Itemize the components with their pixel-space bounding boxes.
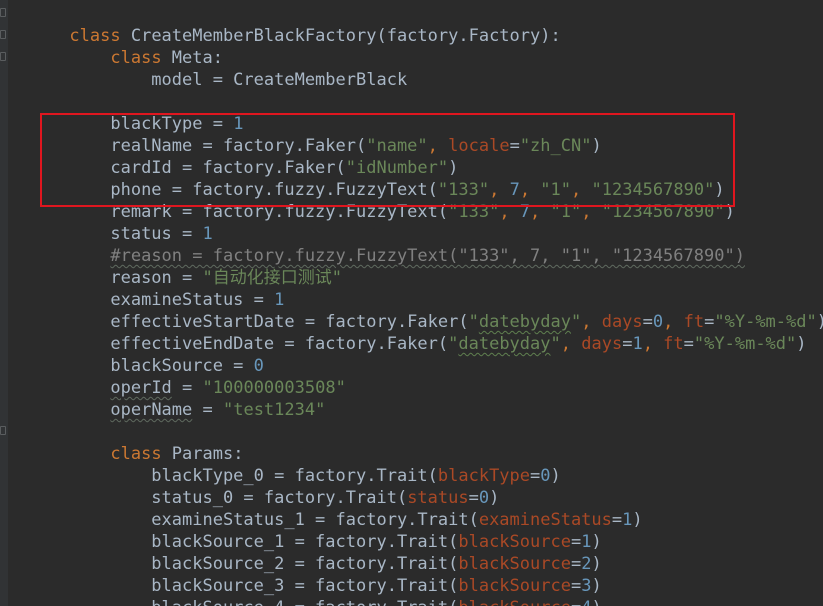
code-line-24[interactable]: blackSource_1 = factory.Trait(blackSourc… bbox=[8, 509, 823, 552]
fold-marker-icon[interactable] bbox=[0, 8, 6, 17]
code-area[interactable]: class CreateMemberBlackFactory(factory.F… bbox=[0, 3, 823, 606]
code-line-17[interactable]: operId = "100000003508" bbox=[8, 355, 823, 398]
fold-marker-icon[interactable] bbox=[0, 426, 6, 435]
code-line-25[interactable]: blackSource_2 = factory.Trait(blackSourc… bbox=[8, 531, 823, 574]
code-line-10[interactable]: status = 1 bbox=[8, 201, 823, 244]
code-line-16[interactable]: blackSource = 0 bbox=[8, 333, 823, 376]
code-line-5[interactable]: blackType = 1 bbox=[8, 91, 823, 134]
code-editor[interactable]: class CreateMemberBlackFactory(factory.F… bbox=[0, 0, 823, 606]
code-line-7[interactable]: cardId = factory.Faker("idNumber") bbox=[8, 135, 823, 178]
code-line-12[interactable]: reason = "自动化接口测试" bbox=[8, 245, 823, 288]
code-line-26[interactable]: blackSource_3 = factory.Trait(blackSourc… bbox=[8, 553, 823, 596]
code-line-13[interactable]: examineStatus = 1 bbox=[8, 267, 823, 310]
code-line-22[interactable]: status_0 = factory.Trait(status=0) bbox=[8, 465, 823, 508]
code-line-20[interactable]: class Params: bbox=[0, 421, 823, 464]
code-line-9[interactable]: remark = factory.fuzzy.FuzzyText("133", … bbox=[8, 179, 823, 222]
code-line-1[interactable]: class CreateMemberBlackFactory(factory.F… bbox=[0, 3, 823, 46]
code-line-blank[interactable] bbox=[8, 399, 823, 421]
code-line-23[interactable]: examineStatus_1 = factory.Trait(examineS… bbox=[8, 487, 823, 530]
editor-gutter bbox=[0, 0, 8, 606]
code-line-21[interactable]: blackType_0 = factory.Trait(blackType=0) bbox=[8, 443, 823, 486]
fold-marker-icon[interactable] bbox=[0, 52, 6, 61]
code-line-14[interactable]: effectiveStartDate = factory.Faker("date… bbox=[8, 289, 823, 332]
code-line-8[interactable]: phone = factory.fuzzy.FuzzyText("133", 7… bbox=[8, 157, 823, 200]
code-line-3[interactable]: model = CreateMemberBlack bbox=[0, 47, 823, 90]
fold-marker-icon[interactable] bbox=[0, 30, 6, 39]
code-line-18[interactable]: operName = "test1234" bbox=[8, 377, 823, 420]
code-line-27[interactable]: blackSource_4 = factory.Trait(blackSourc… bbox=[8, 575, 823, 606]
code-line-blank[interactable] bbox=[8, 69, 823, 91]
code-line-6[interactable]: realName = factory.Faker("name", locale=… bbox=[8, 113, 823, 156]
code-line-2[interactable]: class Meta: bbox=[0, 25, 823, 68]
code-line-15[interactable]: effectiveEndDate = factory.Faker("dateby… bbox=[8, 311, 823, 354]
code-line-11[interactable]: #reason = factory.fuzzy.FuzzyText("133",… bbox=[8, 223, 823, 266]
